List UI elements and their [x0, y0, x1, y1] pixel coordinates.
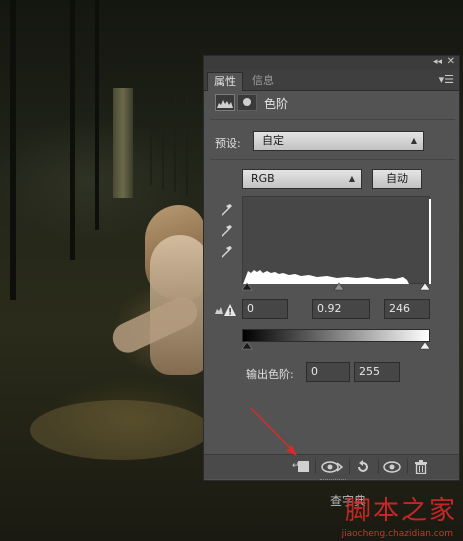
fence-bar: [150, 105, 152, 185]
levels-adjustment-icon[interactable]: [215, 94, 235, 111]
tab-info[interactable]: 信息: [246, 72, 280, 90]
input-gamma-field[interactable]: 0.92: [312, 299, 370, 319]
ground-light: [30, 400, 210, 460]
updown-arrow-icon: ▲: [410, 136, 417, 145]
divider: [378, 459, 379, 474]
divider: [349, 459, 350, 474]
watermark-url: jiaocheng.chazidian.com: [341, 529, 453, 539]
close-icon[interactable]: ✕: [447, 56, 455, 67]
histogram: [242, 196, 431, 284]
tree-trunk: [70, 0, 75, 260]
preset-value: 自定: [262, 134, 284, 147]
black-point-handle: [242, 282, 253, 291]
reset-button[interactable]: [351, 456, 375, 477]
panel-bottom-bar: ↵: [204, 454, 459, 479]
layer-mask-icon[interactable]: [237, 94, 257, 111]
clip-square: [298, 461, 309, 472]
tab-properties[interactable]: 属性: [207, 72, 243, 91]
auto-button[interactable]: 自动: [372, 169, 422, 189]
updown-arrow-icon: ▲: [348, 174, 355, 183]
input-white-field[interactable]: 246: [384, 299, 430, 319]
gamma-handle: [333, 282, 345, 291]
divider: [210, 119, 455, 120]
output-levels-slider[interactable]: [242, 341, 430, 351]
input-black-field[interactable]: 0: [242, 299, 288, 319]
tree-trunk: [95, 0, 99, 230]
panel-title: 色阶: [264, 97, 289, 111]
clip-to-layer-icon: ↵: [292, 461, 300, 471]
histogram-graph: [243, 199, 431, 284]
panel-menu-icon[interactable]: ▾☰: [439, 73, 454, 86]
preset-label: 预设:: [215, 137, 241, 150]
clip-to-layer-button[interactable]: ↵: [289, 456, 313, 477]
gate-post: [113, 88, 133, 198]
panel-resize-grip[interactable]: [320, 479, 346, 482]
white-point-eyedropper-icon[interactable]: [221, 245, 233, 259]
gray-point-eyedropper-icon[interactable]: [221, 224, 233, 238]
output-black-field[interactable]: 0: [306, 362, 350, 382]
output-black-handle: [242, 341, 253, 350]
output-levels-label: 输出色阶:: [246, 368, 294, 381]
trash-icon: [415, 459, 427, 474]
input-levels-slider[interactable]: [242, 282, 430, 292]
tree-trunk: [10, 0, 16, 300]
reset-icon: [358, 459, 368, 472]
divider: [407, 459, 408, 474]
fence-bar: [162, 100, 164, 190]
divider: [315, 459, 316, 474]
channel-select[interactable]: RGB ▲: [242, 169, 362, 189]
divider: [210, 159, 455, 160]
delete-button[interactable]: [409, 456, 433, 477]
view-previous-state-button[interactable]: [317, 456, 347, 477]
preset-select[interactable]: 自定 ▲: [253, 131, 424, 151]
panel-title-bar[interactable]: ◂◂ ✕: [204, 56, 459, 70]
white-point-handle: [419, 282, 430, 291]
watermark-logo: 脚本之家: [344, 496, 457, 526]
channel-value: RGB: [251, 172, 275, 185]
output-white-field[interactable]: 255: [354, 362, 400, 382]
fence-bar: [186, 95, 188, 195]
clipping-warning-icon[interactable]: [214, 303, 236, 317]
visibility-eye-icon: [383, 460, 401, 473]
view-previous-state-icon: [321, 460, 343, 473]
black-point-eyedropper-icon[interactable]: [221, 203, 233, 217]
output-white-handle: [419, 341, 430, 350]
double-chevron-icon[interactable]: ◂◂: [433, 57, 442, 67]
properties-panel: ◂◂ ✕ 属性 信息 ▾☰ 色阶 预设: 自定 ▲ RGB ▲ 自动 0 0.9…: [203, 55, 460, 481]
panel-tab-bar: 属性 信息 ▾☰: [204, 70, 459, 91]
visibility-button[interactable]: [380, 456, 404, 477]
fence-bar: [174, 97, 176, 192]
